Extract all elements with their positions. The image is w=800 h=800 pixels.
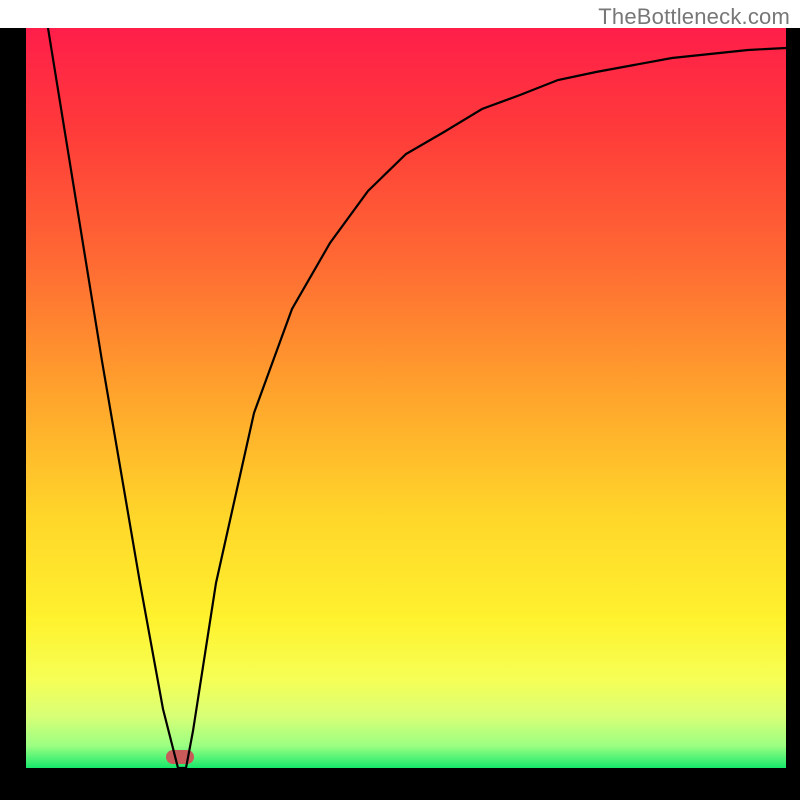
curve-path xyxy=(48,28,786,768)
watermark-text: TheBottleneck.com xyxy=(598,4,790,30)
plot-area xyxy=(26,28,786,768)
chart-root: TheBottleneck.com xyxy=(0,0,800,800)
curve-svg xyxy=(26,28,786,768)
chart-frame xyxy=(0,28,800,800)
